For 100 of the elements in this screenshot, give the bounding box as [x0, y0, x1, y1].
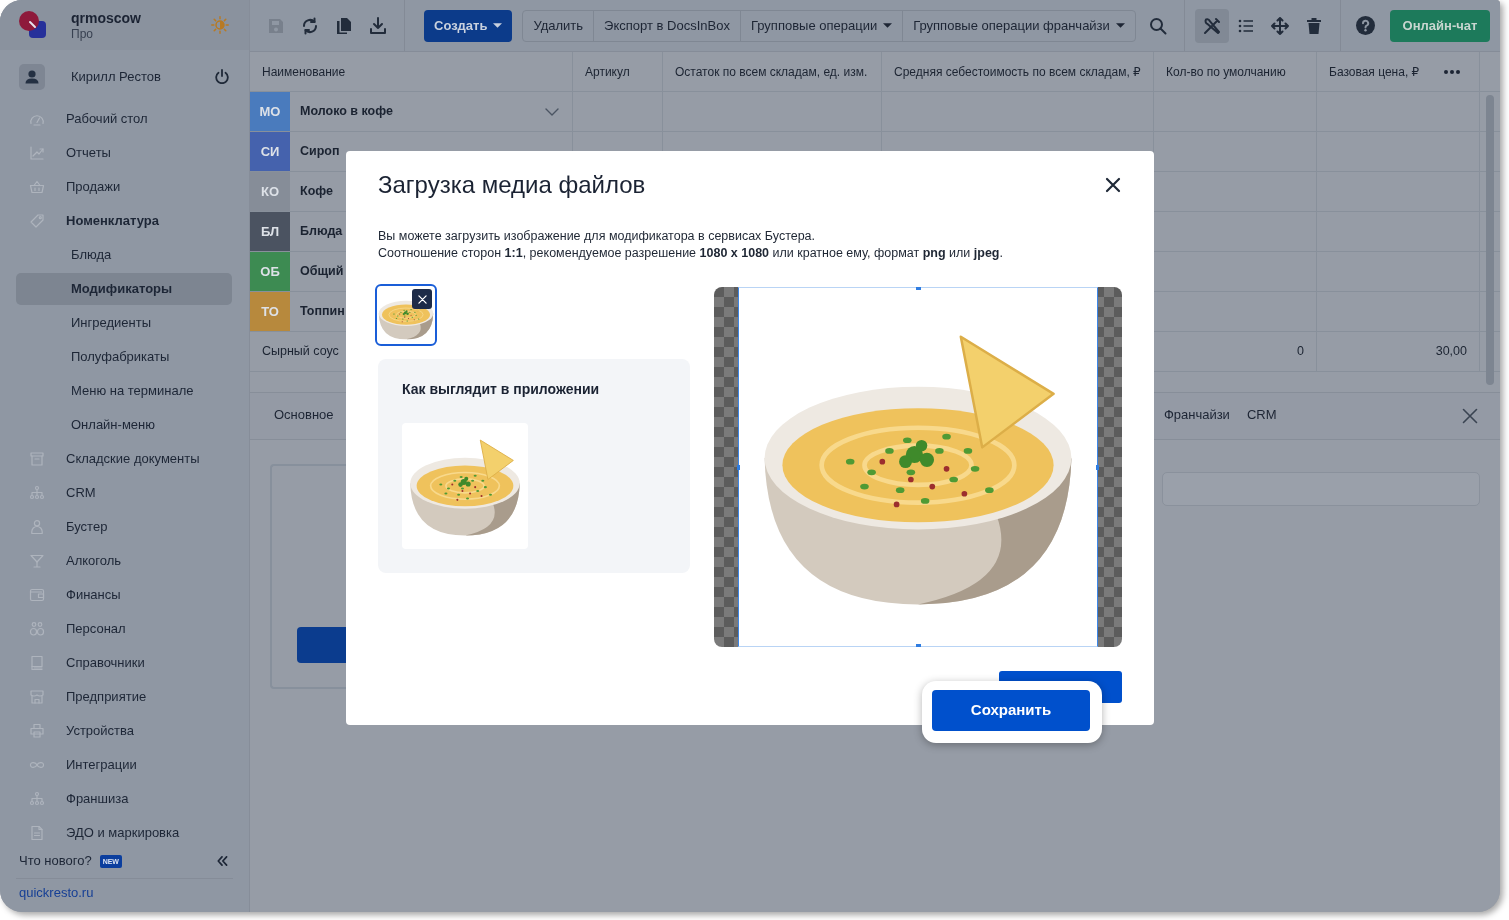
sidebar-subitem[interactable]: Блюда — [16, 239, 232, 271]
group-tag: МО — [250, 92, 290, 131]
toolbar-button[interactable]: Экспорт в DocsInBox — [593, 10, 740, 41]
sidebar-item[interactable]: Персонал — [16, 613, 232, 645]
close-button[interactable] — [1105, 177, 1121, 193]
close-icon — [417, 294, 427, 304]
sidebar-subitem[interactable]: Полуфабрикаты — [16, 341, 232, 373]
toolbar-button[interactable]: Удалить — [523, 10, 594, 41]
hierarchy-icon — [29, 791, 45, 807]
download-icon — [369, 16, 387, 35]
sidebar-item[interactable]: Предприятие — [16, 681, 232, 713]
create-button[interactable]: Создать — [424, 9, 513, 42]
group-name[interactable]: Общий — [300, 262, 344, 281]
plan-label: Про — [71, 26, 94, 41]
dialog-title: Загрузка медиа файлов — [378, 171, 646, 199]
sidebar-item[interactable]: Рабочий стол — [16, 103, 232, 135]
tools-icon — [1203, 16, 1221, 35]
sidebar-item[interactable]: Устройства — [16, 715, 232, 747]
crop-handle[interactable] — [915, 287, 921, 290]
copy-icon — [335, 16, 353, 35]
sidebar-subitem[interactable]: Модификаторы — [16, 273, 232, 305]
avatar-icon — [19, 63, 45, 90]
sidebar-item[interactable]: Финансы — [16, 579, 232, 611]
caret-icon — [1115, 23, 1125, 28]
image-thumbnail[interactable] — [375, 284, 437, 346]
crop-handle[interactable] — [737, 464, 740, 470]
search-icon — [1149, 16, 1167, 35]
sidebar-item[interactable]: Складские документы — [16, 443, 232, 475]
group-name[interactable]: Молоко в кофе — [300, 102, 393, 121]
column-header[interactable]: Средняя себестоимость по всем складам, ₽ — [894, 62, 1141, 81]
column-header[interactable]: Базовая цена, ₽ — [1329, 62, 1420, 81]
site-link[interactable]: quickresto.ru — [0, 879, 113, 906]
group-name[interactable]: Сироп — [300, 142, 340, 161]
quantity-value: 0 — [1297, 343, 1304, 361]
help-icon — [1355, 16, 1375, 35]
tag-icon — [29, 213, 45, 229]
description-text: Вы можете загрузить изображение для модификатора в сервисах Бустера. — [378, 228, 817, 245]
group-tag: КО — [250, 172, 290, 211]
column-header[interactable]: Артикул — [585, 62, 630, 81]
sidebar-item[interactable]: Интеграции — [16, 749, 232, 781]
sidebar-item[interactable]: Отчеты — [16, 137, 232, 169]
toolbar-button[interactable]: Групповые операции франчайзи — [902, 10, 1135, 41]
save-button[interactable]: Сохранить — [932, 690, 1090, 731]
power-icon — [215, 69, 229, 84]
tools-button[interactable] — [1195, 8, 1229, 43]
price-value: 30,00 — [1435, 343, 1467, 361]
refresh-icon — [301, 16, 319, 35]
wallet-icon — [29, 587, 45, 603]
basket-icon — [29, 179, 45, 195]
sidebar-item[interactable]: CRM — [16, 477, 232, 509]
store-icon — [29, 689, 45, 705]
chat-button[interactable]: Онлайн-чат — [1390, 9, 1490, 42]
printer-icon — [29, 723, 45, 739]
user-name[interactable]: Кирилл Рестов — [71, 66, 161, 87]
column-header[interactable]: Кол-во по умолчанию — [1166, 62, 1286, 81]
toolbar-button[interactable]: Групповые операции — [739, 10, 903, 41]
trash-icon — [1305, 16, 1323, 35]
group-tag: СИ — [250, 132, 290, 171]
logo-icon — [19, 11, 47, 39]
panel-tab[interactable]: Основное — [265, 393, 343, 439]
sidebar-item[interactable]: Алкоголь — [16, 545, 232, 577]
sidebar-subitem[interactable]: Меню на терминале — [16, 375, 232, 407]
close-icon — [1462, 408, 1478, 424]
hierarchy-icon — [29, 485, 45, 501]
sidebar-item[interactable]: Бустер — [16, 511, 232, 543]
sidebar-item[interactable]: ЭДО и маркировка — [16, 817, 232, 849]
more-icon — [1444, 69, 1460, 74]
sidebar-item[interactable]: Номенклатура — [16, 205, 232, 237]
people-icon — [29, 621, 45, 637]
column-header[interactable]: Остаток по всем складам, ед. изм. — [675, 62, 868, 81]
archive-icon — [29, 451, 45, 467]
preview-title: Как выглядит в приложении — [402, 380, 601, 399]
description-text: Соотношение сторон 1:1, рекомендуемое разрешение 1080 x 1080 или кратное ему, формат png или jpeg. — [378, 245, 1004, 262]
group-name[interactable]: Блюда — [300, 222, 343, 241]
sidebar-item[interactable]: Справочники — [16, 647, 232, 679]
group-tag: ТО — [250, 292, 290, 331]
panel-tab[interactable]: CRM — [1238, 393, 1285, 439]
sidebar-item[interactable]: Продажи — [16, 171, 232, 203]
close-icon — [1105, 177, 1121, 193]
whats-new-link[interactable]: Что нового? — [19, 851, 92, 871]
product-name[interactable]: Сырный соус — [262, 342, 339, 361]
caret-icon — [883, 23, 893, 28]
crop-handle[interactable] — [915, 644, 921, 647]
chart-icon — [29, 145, 45, 161]
infinity-icon — [29, 760, 45, 770]
account-name[interactable]: qrmoscow — [71, 9, 141, 27]
person-icon — [29, 519, 45, 535]
group-name[interactable]: Топпин — [300, 302, 345, 321]
group-name[interactable]: Кофе — [300, 182, 333, 201]
panel-tab[interactable]: Франчайзи — [1155, 393, 1239, 439]
sidebar-item[interactable]: Франшиза — [16, 783, 232, 815]
sidebar-subitem[interactable]: Онлайн-меню — [16, 409, 232, 441]
scrollbar[interactable] — [1486, 95, 1494, 385]
column-header[interactable]: Наименование — [262, 62, 346, 81]
sidebar-subitem[interactable]: Ингредиенты — [16, 307, 232, 339]
crop-handle[interactable] — [1096, 464, 1099, 470]
book-icon — [29, 655, 45, 671]
theme-toggle-icon — [211, 16, 229, 34]
caret-icon — [493, 23, 503, 28]
remove-button[interactable] — [412, 289, 432, 309]
